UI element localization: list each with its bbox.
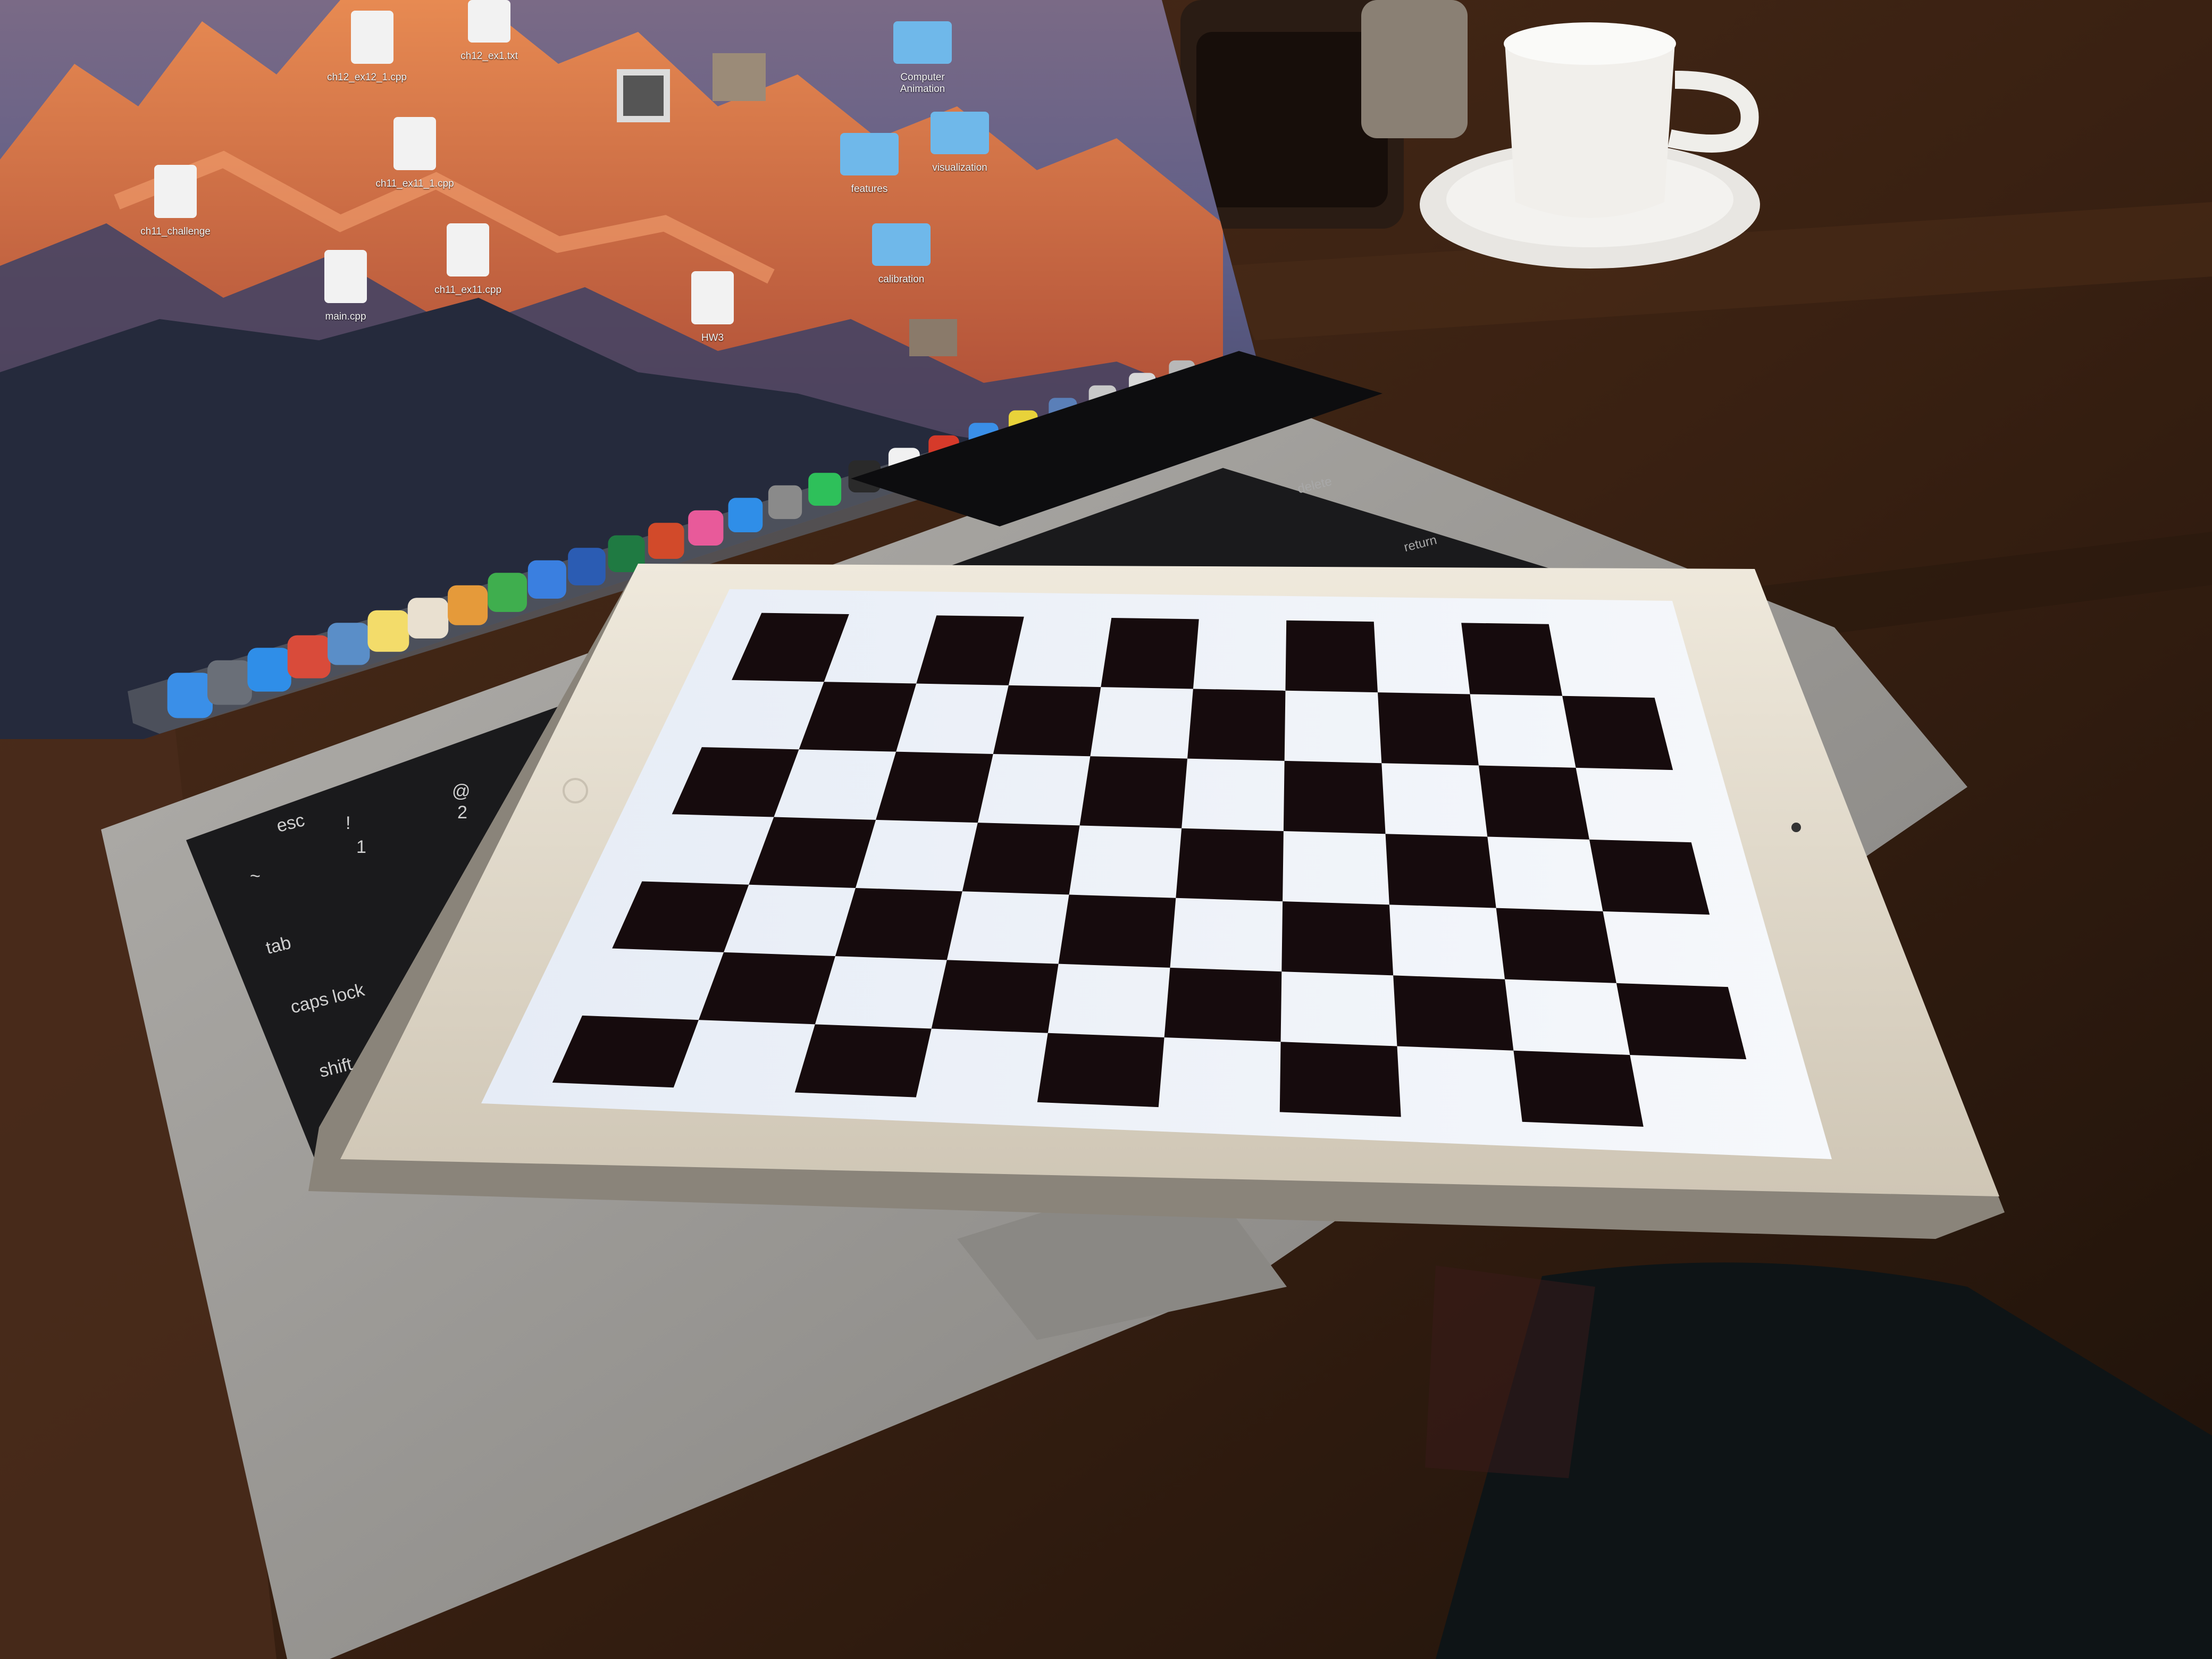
checkerboard-square xyxy=(1058,894,1176,968)
finder-icon[interactable] xyxy=(167,673,213,718)
checkerboard-square xyxy=(1176,828,1284,902)
key-tilde[interactable]: ~ xyxy=(250,867,261,886)
file-label: ch12_ex12_1.cpp xyxy=(326,72,407,83)
notes-icon[interactable] xyxy=(367,610,409,652)
checkerboard-square xyxy=(962,823,1080,895)
checkerboard-square xyxy=(1562,696,1673,770)
system-preferences-icon[interactable] xyxy=(768,485,802,520)
folder-label: features xyxy=(851,183,888,195)
coffee-press-liquid xyxy=(1196,32,1388,207)
checkerboard-square xyxy=(1037,1033,1164,1108)
checkerboard-square xyxy=(1283,760,1386,834)
checkerboard-square xyxy=(1616,983,1747,1060)
file-label: main.cpp xyxy=(325,311,366,322)
metal-pitcher xyxy=(1361,0,1468,138)
red-shoe-shadow xyxy=(1425,1266,1595,1478)
folder-label: calibration xyxy=(878,274,925,285)
checkerboard-square xyxy=(1589,839,1710,915)
powerpoint-icon[interactable] xyxy=(648,523,684,559)
file-icon[interactable] xyxy=(351,11,393,64)
checkerboard-square xyxy=(1496,908,1616,983)
checkerboard-square xyxy=(1478,765,1589,840)
file-label: ch12_ex1.txt xyxy=(460,51,518,62)
checkerboard-square xyxy=(993,685,1101,757)
file-icon[interactable] xyxy=(154,165,197,218)
key-1[interactable]: 1 xyxy=(356,837,366,857)
checkerboard-square xyxy=(1101,618,1199,689)
folder-icon[interactable] xyxy=(840,133,899,175)
checkerboard-square xyxy=(1079,756,1188,828)
image-file-icon[interactable] xyxy=(713,53,766,101)
launchpad-icon[interactable] xyxy=(207,660,252,705)
checkerboard-square xyxy=(876,751,993,823)
pages-icon[interactable] xyxy=(448,585,488,625)
file-icon[interactable] xyxy=(447,223,489,276)
photo-scene xyxy=(0,0,2212,1659)
checkerboard-square xyxy=(1187,689,1286,761)
folder-label: visualization xyxy=(932,162,987,173)
file-icon[interactable] xyxy=(468,0,510,43)
keynote-icon[interactable] xyxy=(527,560,566,599)
itunes-icon[interactable] xyxy=(688,510,724,546)
checkerboard-square xyxy=(1378,692,1479,766)
cup-rim xyxy=(1504,22,1676,65)
folder-label: Computer Animation xyxy=(900,72,945,95)
app-store-icon[interactable] xyxy=(728,498,763,533)
chrome-icon[interactable] xyxy=(287,635,331,678)
folder-icon[interactable] xyxy=(872,223,931,266)
ipad-camera-dot xyxy=(1791,823,1801,832)
file-icon[interactable] xyxy=(324,250,367,303)
preview-icon[interactable] xyxy=(328,623,370,665)
file-label: ch11_ex11_1.cpp xyxy=(375,178,454,189)
checkerboard-square xyxy=(1281,901,1394,976)
numbers-icon[interactable] xyxy=(488,573,527,612)
file-label: ch11_ex11.cpp xyxy=(434,284,502,296)
safari-icon[interactable] xyxy=(247,648,291,692)
checkerboard-square xyxy=(794,1024,932,1097)
checkerboard-square xyxy=(1279,1042,1401,1117)
checkerboard-square xyxy=(931,960,1059,1033)
photos-icon[interactable] xyxy=(407,598,449,639)
checkerboard-square xyxy=(1385,834,1496,908)
key-at[interactable]: @ xyxy=(452,782,471,801)
key-exclam[interactable]: ! xyxy=(346,814,350,833)
image-file-icon[interactable] xyxy=(617,69,670,122)
file-label: HW3 xyxy=(701,332,724,343)
checkerboard-square xyxy=(1393,975,1514,1051)
key-2[interactable]: 2 xyxy=(457,803,467,822)
file-icon[interactable] xyxy=(691,271,734,324)
checkerboard-square xyxy=(1461,623,1563,696)
checkerboard-square xyxy=(1285,620,1378,693)
folder-icon[interactable] xyxy=(931,112,989,154)
folder-icon[interactable] xyxy=(893,21,952,64)
checkerboard-square xyxy=(835,887,962,960)
espresso-cup xyxy=(1505,43,1675,218)
checkerboard-square xyxy=(1513,1050,1644,1127)
image-file-icon[interactable] xyxy=(909,319,957,356)
spotify-icon[interactable] xyxy=(808,473,842,506)
checkerboard-square xyxy=(1164,967,1282,1042)
file-icon[interactable] xyxy=(393,117,436,170)
file-label: ch11_challenge xyxy=(140,226,211,237)
word-icon[interactable] xyxy=(568,548,606,585)
